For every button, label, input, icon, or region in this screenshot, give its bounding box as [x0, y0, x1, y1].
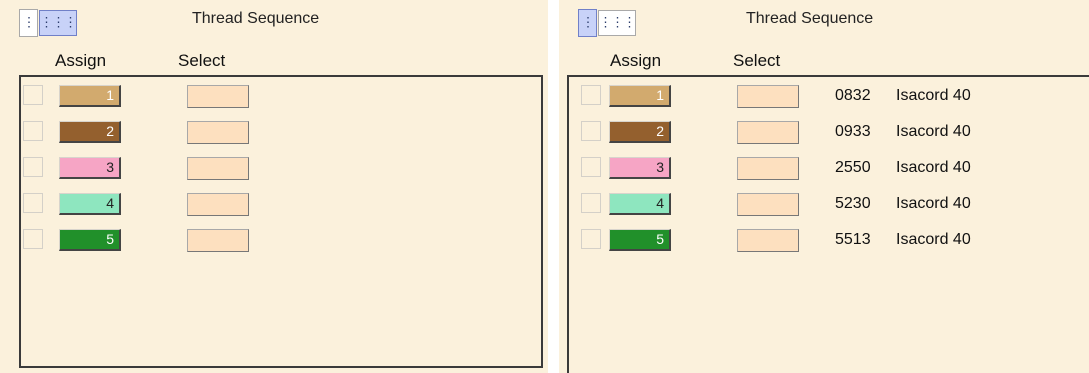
thread-name: Isacord 40 [896, 231, 971, 248]
thread-code: 0933 [835, 123, 871, 140]
assign-checkbox[interactable] [23, 85, 43, 105]
list-view-icon: ⋮ [22, 15, 36, 31]
assign-checkbox[interactable] [23, 193, 43, 213]
assign-checkbox[interactable] [581, 157, 601, 177]
thread-color-swatch[interactable]: 1 [59, 85, 121, 107]
select-button[interactable] [187, 85, 249, 108]
thread-row: 1 [21, 79, 541, 109]
thread-color-swatch[interactable]: 5 [609, 229, 671, 251]
thread-row: 5 [21, 223, 541, 253]
grid-view-icon: ⋮⋮⋮ [40, 15, 77, 31]
list-view-button[interactable]: ⋮ [19, 9, 38, 37]
thread-color-swatch[interactable]: 4 [59, 193, 121, 215]
thread-name: Isacord 40 [896, 123, 971, 140]
thread-sequence-panel-right: ⋮ ⋮⋮⋮ Thread Sequence Assign Select 1 083… [559, 0, 1089, 373]
thread-color-swatch[interactable]: 4 [609, 193, 671, 215]
thread-color-swatch[interactable]: 3 [609, 157, 671, 179]
select-button[interactable] [187, 193, 249, 216]
grid-view-icon: ⋮⋮⋮ [599, 15, 636, 31]
thread-row: 4 [21, 187, 541, 217]
assign-checkbox[interactable] [23, 157, 43, 177]
grid-view-button[interactable]: ⋮⋮⋮ [39, 10, 77, 36]
select-column-header: Select [733, 51, 781, 70]
thread-row: 2 0933 Isacord 40 [569, 115, 1089, 145]
thread-name: Isacord 40 [896, 159, 971, 176]
thread-name: Isacord 40 [896, 195, 971, 212]
list-view-button[interactable]: ⋮ [578, 9, 597, 37]
assign-column-header: Assign [55, 51, 107, 70]
panel-title: Thread Sequence [746, 10, 874, 27]
thread-color-swatch[interactable]: 3 [59, 157, 121, 179]
thread-name: Isacord 40 [896, 87, 971, 104]
select-button[interactable] [737, 85, 799, 108]
thread-code: 2550 [835, 159, 871, 176]
assign-checkbox[interactable] [23, 121, 43, 141]
thread-code: 5230 [835, 195, 871, 212]
thread-list: 1 2 3 4 5 [19, 75, 543, 368]
assign-column-header: Assign [610, 51, 662, 70]
thread-row: 3 [21, 151, 541, 181]
assign-checkbox[interactable] [581, 193, 601, 213]
select-button[interactable] [737, 121, 799, 144]
select-button[interactable] [737, 157, 799, 180]
assign-checkbox[interactable] [23, 229, 43, 249]
select-button[interactable] [187, 229, 249, 252]
select-button[interactable] [187, 121, 249, 144]
select-button[interactable] [737, 229, 799, 252]
thread-code: 0832 [835, 87, 871, 104]
list-view-icon: ⋮ [581, 15, 595, 31]
panel-header: ⋮ ⋮⋮⋮ Thread Sequence [0, 0, 548, 43]
select-column-header: Select [178, 51, 226, 70]
select-button[interactable] [187, 157, 249, 180]
thread-row: 2 [21, 115, 541, 145]
thread-code: 5513 [835, 231, 871, 248]
assign-checkbox[interactable] [581, 121, 601, 141]
panel-header: ⋮ ⋮⋮⋮ Thread Sequence [559, 0, 1089, 43]
select-button[interactable] [737, 193, 799, 216]
thread-row: 3 2550 Isacord 40 [569, 151, 1089, 181]
thread-color-swatch[interactable]: 1 [609, 85, 671, 107]
assign-checkbox[interactable] [581, 229, 601, 249]
grid-view-button[interactable]: ⋮⋮⋮ [598, 10, 636, 36]
thread-color-swatch[interactable]: 2 [609, 121, 671, 143]
thread-row: 4 5230 Isacord 40 [569, 187, 1089, 217]
thread-row: 5 5513 Isacord 40 [569, 223, 1089, 253]
panel-title: Thread Sequence [192, 10, 320, 27]
assign-checkbox[interactable] [581, 85, 601, 105]
thread-color-swatch[interactable]: 2 [59, 121, 121, 143]
thread-row: 1 0832 Isacord 40 [569, 79, 1089, 109]
thread-sequence-panel-left: ⋮ ⋮⋮⋮ Thread Sequence Assign Select 1 2 3 4… [0, 0, 548, 373]
thread-color-swatch[interactable]: 5 [59, 229, 121, 251]
thread-list: 1 0832 Isacord 40 2 0933 Isacord 40 3 2550 Isaco… [567, 75, 1089, 373]
